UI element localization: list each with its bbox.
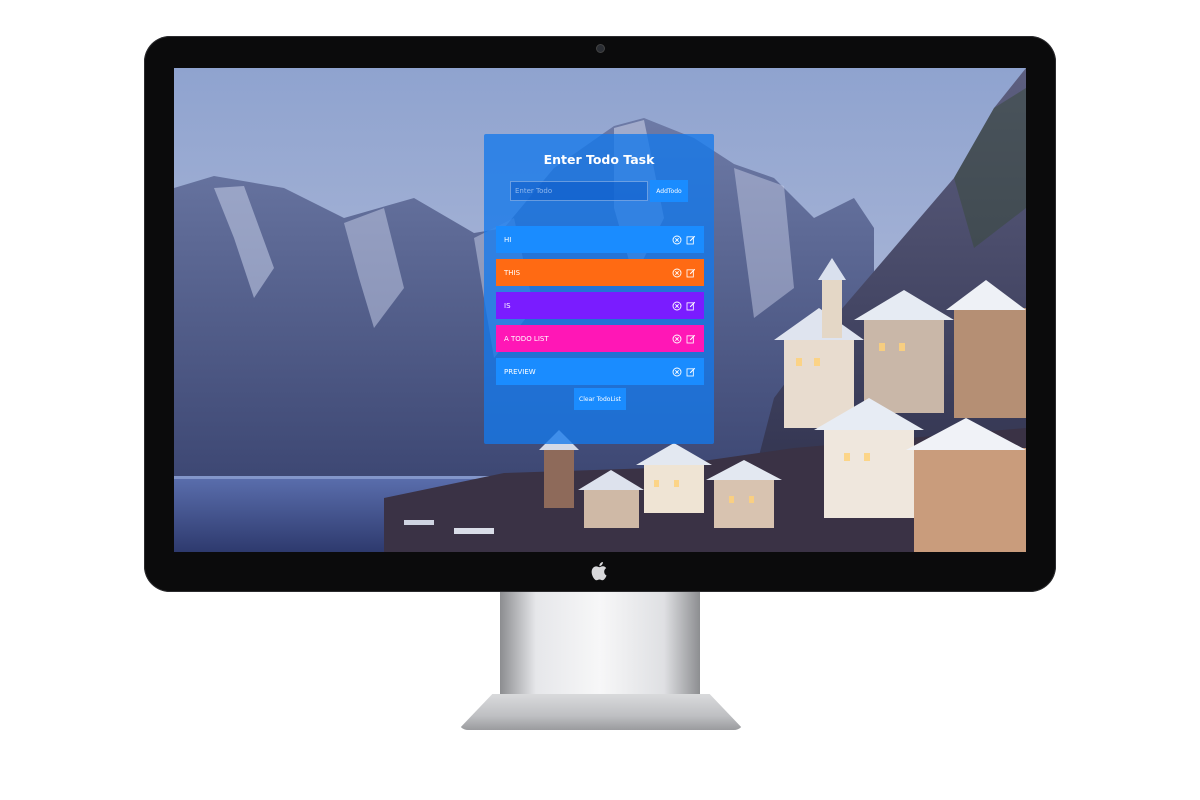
edit-icon[interactable] [686,301,696,311]
todo-item-label: THIS [504,268,521,277]
todo-card: Enter Todo Task AddTodo HI THIS [484,134,714,444]
todo-item-label: HI [504,235,512,244]
edit-icon[interactable] [686,268,696,278]
delete-circle-icon[interactable] [672,334,682,344]
edit-icon[interactable] [686,367,696,377]
delete-circle-icon[interactable] [672,367,682,377]
todo-item-label: IS [504,301,511,310]
apple-logo-icon [591,562,607,581]
todo-item: HI [496,226,704,253]
clear-todolist-button[interactable]: Clear TodoList [574,388,626,410]
todo-title: Enter Todo Task [543,152,655,167]
todo-item: PREVIEW [496,358,704,385]
delete-circle-icon[interactable] [672,301,682,311]
add-todo-button[interactable]: AddTodo [650,180,688,202]
monitor-stand-foot [458,694,744,730]
edit-icon[interactable] [686,334,696,344]
todo-item: A TODO LIST [496,325,704,352]
edit-icon[interactable] [686,235,696,245]
todo-item: IS [496,292,704,319]
delete-circle-icon[interactable] [672,235,682,245]
monitor-screen: Enter Todo Task AddTodo HI THIS [174,68,1026,552]
webcam [596,44,605,53]
delete-circle-icon[interactable] [672,268,682,278]
monitor-stand-neck [500,592,700,702]
todo-item-label: PREVIEW [504,367,536,376]
todo-item: THIS [496,259,704,286]
todo-item-label: A TODO LIST [504,334,549,343]
todo-input[interactable] [510,181,648,201]
